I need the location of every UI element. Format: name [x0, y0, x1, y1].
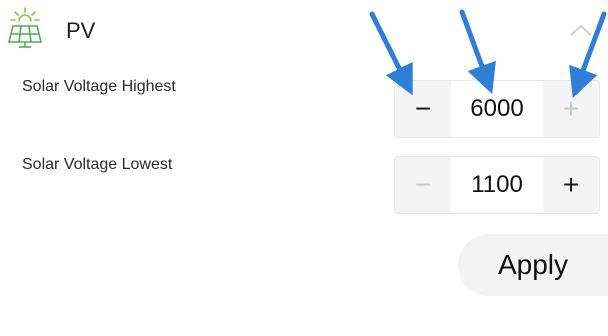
solar-voltage-lowest-stepper[interactable]: − 1100 +: [394, 156, 600, 214]
pv-section-header[interactable]: PV: [0, 0, 608, 60]
stepper-value[interactable]: 6000: [451, 81, 543, 137]
decrement-button[interactable]: −: [395, 81, 451, 137]
solar-panel-icon: [7, 7, 43, 48]
increment-button[interactable]: +: [543, 81, 599, 137]
solar-voltage-highest-label: Solar Voltage Highest: [22, 78, 176, 95]
decrement-button[interactable]: −: [395, 157, 451, 213]
apply-button[interactable]: Apply: [458, 234, 608, 296]
solar-voltage-lowest-label: Solar Voltage Lowest: [22, 156, 173, 173]
solar-voltage-highest-stepper[interactable]: − 6000 +: [394, 80, 600, 138]
section-title: PV: [66, 18, 96, 43]
increment-button[interactable]: +: [543, 157, 599, 213]
chevron-up-icon[interactable]: [568, 22, 594, 38]
stepper-value[interactable]: 1100: [451, 157, 543, 213]
